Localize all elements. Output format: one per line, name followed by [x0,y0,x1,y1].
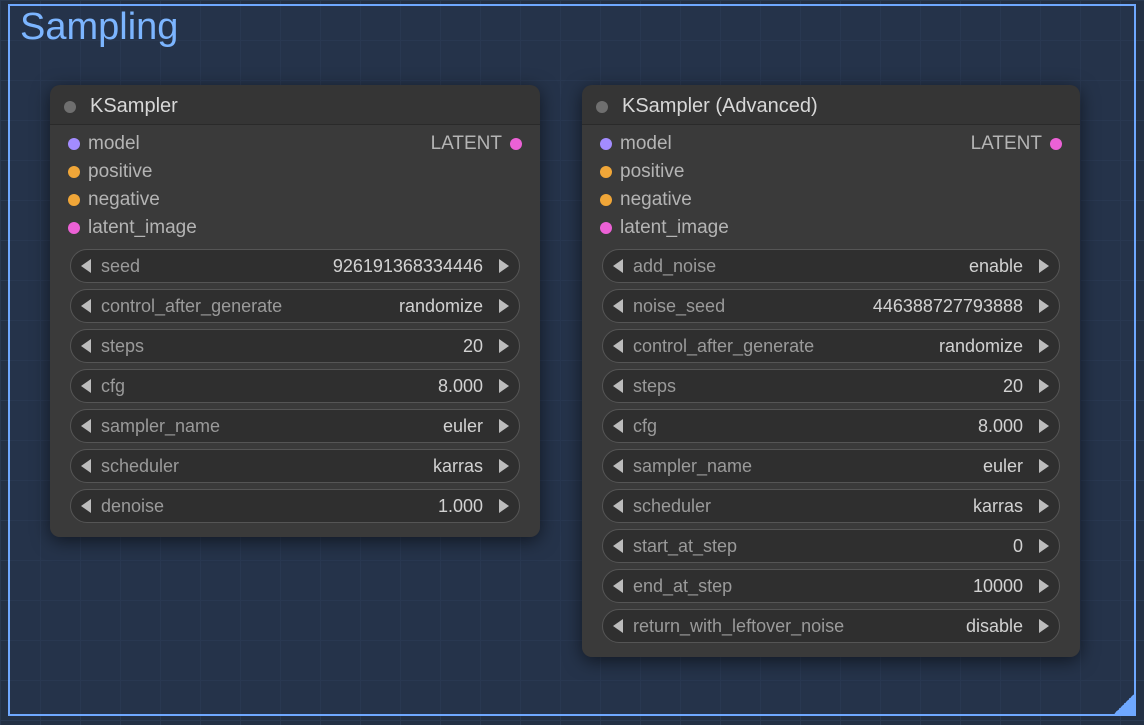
decrement-icon[interactable] [81,339,91,353]
decrement-icon[interactable] [613,579,623,593]
widget-add-noise[interactable]: add_noise enable [602,249,1060,283]
increment-icon[interactable] [1039,499,1049,513]
node-title: KSampler [90,95,178,118]
input-positive[interactable]: positive [600,161,729,183]
widget-cfg[interactable]: cfg 8.000 [602,409,1060,443]
input-positive[interactable]: positive [68,161,197,183]
decrement-icon[interactable] [613,299,623,313]
widget-start-at-step[interactable]: start_at_step 0 [602,529,1060,563]
node-header[interactable]: KSampler (Advanced) [582,85,1080,124]
widget-return-with-leftover-noise[interactable]: return_with_leftover_noise disable [602,609,1060,643]
increment-icon[interactable] [1039,299,1049,313]
increment-icon[interactable] [499,339,509,353]
widget-sampler-name[interactable]: sampler_name euler [70,409,520,443]
input-latent-image[interactable]: latent_image [68,217,197,239]
increment-icon[interactable] [1039,419,1049,433]
decrement-icon[interactable] [613,339,623,353]
increment-icon[interactable] [1039,339,1049,353]
node-ksampler-advanced[interactable]: KSampler (Advanced) model positive negat… [582,85,1080,657]
increment-icon[interactable] [1039,379,1049,393]
output-latent[interactable]: LATENT [431,133,522,155]
widget-scheduler[interactable]: scheduler karras [70,449,520,483]
decrement-icon[interactable] [613,419,623,433]
widget-sampler-name[interactable]: sampler_name euler [602,449,1060,483]
widget-end-at-step[interactable]: end_at_step 10000 [602,569,1060,603]
input-model[interactable]: model [600,133,729,155]
widget-control-after-generate[interactable]: control_after_generate randomize [70,289,520,323]
input-negative[interactable]: negative [68,189,197,211]
node-ksampler[interactable]: KSampler model positive negative latent_… [50,85,540,537]
widget-denoise[interactable]: denoise 1.000 [70,489,520,523]
decrement-icon[interactable] [613,459,623,473]
node-title: KSampler (Advanced) [622,95,818,118]
decrement-icon[interactable] [81,259,91,273]
decrement-icon[interactable] [81,459,91,473]
node-body: model positive negative latent_image LAT… [50,124,540,537]
decrement-icon[interactable] [613,539,623,553]
input-model[interactable]: model [68,133,197,155]
node-header[interactable]: KSampler [50,85,540,124]
decrement-icon[interactable] [613,499,623,513]
output-latent[interactable]: LATENT [971,133,1062,155]
widget-cfg[interactable]: cfg 8.000 [70,369,520,403]
increment-icon[interactable] [499,259,509,273]
increment-icon[interactable] [499,379,509,393]
increment-icon[interactable] [499,419,509,433]
increment-icon[interactable] [499,459,509,473]
node-body: model positive negative latent_image LAT… [582,124,1080,657]
decrement-icon[interactable] [613,259,623,273]
decrement-icon[interactable] [613,619,623,633]
increment-icon[interactable] [1039,579,1049,593]
decrement-icon[interactable] [81,299,91,313]
widget-steps[interactable]: steps 20 [70,329,520,363]
group-resize-handle[interactable] [1114,694,1134,714]
increment-icon[interactable] [1039,459,1049,473]
input-negative[interactable]: negative [600,189,729,211]
decrement-icon[interactable] [81,499,91,513]
group-title[interactable]: Sampling [20,6,178,49]
decrement-icon[interactable] [613,379,623,393]
widget-scheduler[interactable]: scheduler karras [602,489,1060,523]
widget-steps[interactable]: steps 20 [602,369,1060,403]
increment-icon[interactable] [1039,259,1049,273]
increment-icon[interactable] [499,499,509,513]
widget-seed[interactable]: seed 926191368334446 [70,249,520,283]
increment-icon[interactable] [499,299,509,313]
widget-noise-seed[interactable]: noise_seed 446388727793888 [602,289,1060,323]
increment-icon[interactable] [1039,539,1049,553]
widget-control-after-generate[interactable]: control_after_generate randomize [602,329,1060,363]
increment-icon[interactable] [1039,619,1049,633]
node-collapse-icon[interactable] [64,101,76,113]
input-latent-image[interactable]: latent_image [600,217,729,239]
decrement-icon[interactable] [81,379,91,393]
decrement-icon[interactable] [81,419,91,433]
node-collapse-icon[interactable] [596,101,608,113]
